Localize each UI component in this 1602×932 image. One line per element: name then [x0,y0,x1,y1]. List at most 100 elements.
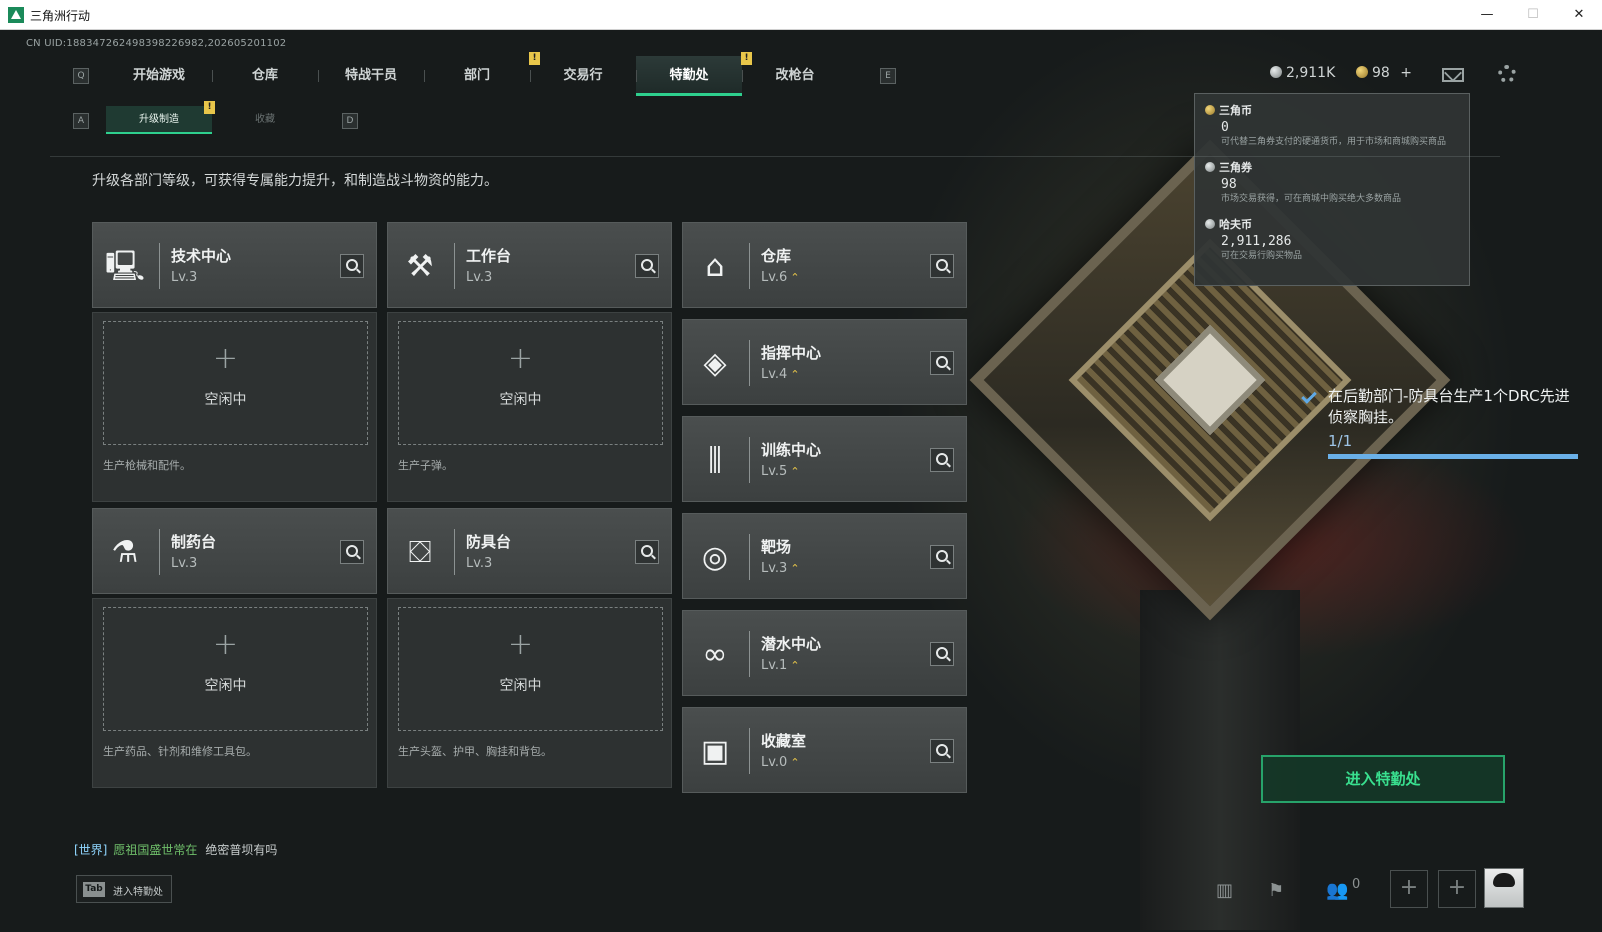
quest-progress: 1/1 [1328,432,1353,450]
add-teammate-button[interactable]: + [1390,870,1428,908]
nav-prev-key[interactable]: Q [73,68,89,84]
tooltip-item-desc: 市场交易获得，可在商城中购买绝大多数商品 [1221,194,1402,204]
friends-icon[interactable]: 👥 [1326,880,1348,901]
main-nav: 开始游戏 仓库 特战干员 部门 交易行 特勤处 改枪台 [106,56,848,96]
subnav-next-key[interactable]: D [342,113,358,129]
inspect-search-icon[interactable] [930,739,954,763]
microscope-icon: ⚗ [111,535,139,570]
dept-card-tech-center[interactable]: 🖳 技术中心 Lv.3 [92,222,377,308]
tab-operators[interactable]: 特战干员 [318,56,424,96]
tooltip-item: 三角币 0 可代替三角券支付的硬通货币，用于市场和商城购买商品 [1205,102,1459,149]
add-teammate-button[interactable]: + [1438,870,1476,908]
upgrade-arrow-icon: ⌃ [790,465,800,478]
tab-department[interactable]: 部门 [424,56,530,96]
upgrade-craft-label: 升级制造 [139,114,179,125]
app-logo-icon [8,7,24,23]
tab-collection[interactable]: 收藏 [212,106,318,134]
tab-trading[interactable]: 交易行 [530,56,636,96]
production-slot-tech[interactable]: + 空闲中 生产枪械和配件。 [92,312,377,502]
tooltip-item-name: 哈夫币 [1219,218,1252,231]
tab-start-game[interactable]: 开始游戏 [106,56,212,96]
dept-name: 防具台 [466,533,512,551]
inspect-search-icon[interactable] [930,545,954,569]
flag-icon[interactable]: ⚑ [1268,880,1284,901]
tools-icon: ⚒ [406,249,434,284]
tooltip-item-amount: 98 [1221,177,1237,192]
dept-name: 潜水中心 [761,635,822,653]
inspect-search-icon[interactable] [930,448,954,472]
tooltip-item-desc: 可代替三角券支付的硬通货币，用于市场和商城购买商品 [1221,137,1447,147]
department-alert-badge: ! [529,52,540,65]
production-slot-armor[interactable]: + 空闲中 生产头盔、护甲、胸挂和背包。 [387,598,672,788]
upgrade-alert-badge: ! [204,101,215,114]
add-plus-icon: + [507,627,534,662]
upgrade-arrow-icon: ⌃ [790,756,800,769]
upgrade-arrow-icon: ⌃ [790,271,800,284]
tooltip-item-name: 三角券 [1219,161,1252,174]
silver-currency[interactable]: 2,911K [1270,65,1335,81]
dept-card-diving-center[interactable]: ∞ 潜水中心 Lv.1 ⌃ [682,610,967,696]
minimize-button[interactable]: — [1464,0,1510,30]
tab-shortcut-hint[interactable]: Tab 进入特勤处 [76,875,172,903]
add-plus-icon: + [507,341,534,376]
mail-icon[interactable] [1442,68,1464,82]
quest-progress-fill [1328,454,1578,459]
tab-special-ops[interactable]: 特勤处 [636,56,742,96]
dept-level: Lv.3 [761,561,788,576]
inspect-search-icon[interactable] [930,254,954,278]
inspect-search-icon[interactable] [635,254,659,278]
gold-currency[interactable]: 98 + [1356,65,1412,81]
subnav-prev-key[interactable]: A [73,113,89,129]
tooltip-item-name: 三角币 [1219,104,1252,117]
production-slot-workbench[interactable]: + 空闲中 生产子弹。 [387,312,672,502]
slot-status: 空闲中 [204,678,247,694]
dept-level: Lv.3 [466,270,493,285]
dept-card-training-center[interactable]: ⫼ 训练中心 Lv.5 ⌃ [682,416,967,502]
inspect-search-icon[interactable] [930,351,954,375]
tab-hint-label: 进入特勤处 [113,887,163,898]
settings-gear-icon[interactable] [1498,65,1516,83]
quest-progress-bar [1328,454,1578,459]
inspect-search-icon[interactable] [340,254,364,278]
inspect-search-icon[interactable] [340,540,364,564]
slot-status: 空闲中 [499,678,542,694]
dept-level-row: Lv.6 ⌃ [761,270,800,285]
add-gold-button[interactable]: + [1400,65,1412,81]
chat-user[interactable]: 愿祖国盛世常在 [113,843,197,857]
dept-name: 技术中心 [171,247,232,265]
tab-upgrade-craft[interactable]: 升级制造 [106,106,212,134]
inspect-search-icon[interactable] [930,642,954,666]
friends-count: 0 [1352,877,1361,892]
command-icon: ◈ [703,346,727,381]
dept-card-armor[interactable]: ⛋ 防具台 Lv.3 [387,508,672,594]
stats-chart-icon[interactable]: ▥ [1216,880,1233,901]
chat-message[interactable]: [世界] 愿祖国盛世常在 绝密普坝有吗 [74,841,277,858]
collection-label: 收藏 [255,114,275,125]
player-avatar[interactable] [1484,868,1524,908]
empty-slot-frame [103,607,368,731]
page-description: 升级各部门等级，可获得专属能力提升，和制造战斗物资的能力。 [92,173,498,189]
production-slot-pharmacy[interactable]: + 空闲中 生产药品、针剂和维修工具包。 [92,598,377,788]
tab-gunsmith[interactable]: 改枪台 [742,56,848,96]
chat-text: 绝密普坝有吗 [205,843,278,857]
dept-card-workbench[interactable]: ⚒ 工作台 Lv.3 [387,222,672,308]
dept-level: Lv.1 [761,658,788,673]
dept-card-warehouse[interactable]: ⌂ 仓库 Lv.6 ⌃ [682,222,967,308]
dept-level-row: Lv.4 ⌃ [761,367,800,382]
upgrade-arrow-icon: ⌃ [790,659,800,672]
enter-special-ops-button[interactable]: 进入特勤处 [1261,755,1505,803]
slot-status: 空闲中 [204,392,247,408]
tooltip-item-desc: 可在交易行购买物品 [1221,251,1303,261]
close-button[interactable]: ✕ [1556,0,1602,30]
inspect-search-icon[interactable] [635,540,659,564]
armor-icon: ⛋ [408,535,432,570]
tab-warehouse[interactable]: 仓库 [212,56,318,96]
gold-amount: 98 [1372,65,1390,81]
dept-card-shooting-range[interactable]: ◎ 靶场 Lv.3 ⌃ [682,513,967,599]
dept-card-command-center[interactable]: ◈ 指挥中心 Lv.4 ⌃ [682,319,967,405]
dept-name: 训练中心 [761,441,822,459]
nav-next-key[interactable]: E [880,68,896,84]
dept-card-collection-room[interactable]: ▣ 收藏室 Lv.0 ⌃ [682,707,967,793]
maximize-button[interactable]: ☐ [1510,0,1556,30]
dept-card-pharmacy[interactable]: ⚗ 制药台 Lv.3 [92,508,377,594]
